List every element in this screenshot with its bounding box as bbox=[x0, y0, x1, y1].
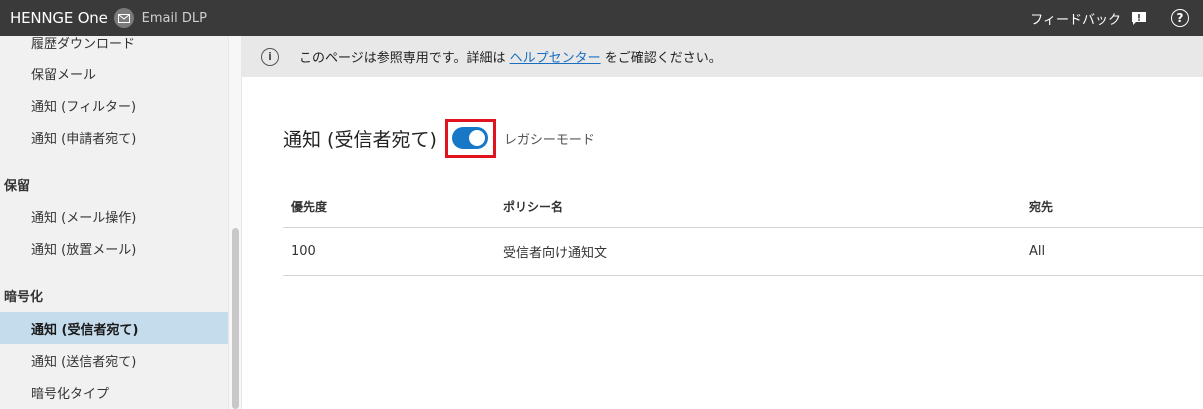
sidebar-section-encrypt: 暗号化 bbox=[4, 290, 44, 305]
help-icon[interactable]: ? bbox=[1171, 9, 1189, 27]
cell-destination: All bbox=[1021, 227, 1203, 276]
toggle-knob bbox=[469, 130, 486, 146]
legacy-mode-label: レガシーモード bbox=[503, 132, 595, 148]
brand[interactable]: HENNGE One Email DLP bbox=[10, 8, 207, 28]
sidebar-item-encryption-type[interactable]: 暗号化タイプ bbox=[0, 376, 228, 408]
mail-icon bbox=[113, 8, 134, 28]
sidebar-item-notify-filter[interactable]: 通知 (フィルター) bbox=[0, 89, 228, 121]
sidebar-scroll-thumb[interactable] bbox=[232, 228, 239, 409]
sidebar-scrollbar[interactable] bbox=[228, 36, 242, 409]
cell-priority: 100 bbox=[283, 227, 495, 276]
sidebar-item-notify-sender[interactable]: 通知 (送信者宛て) bbox=[0, 344, 228, 376]
page-title: 通知 (受信者宛て) bbox=[283, 128, 437, 151]
column-header-priority: 優先度 bbox=[283, 187, 495, 228]
feedback-icon bbox=[1132, 11, 1146, 25]
sidebar-section-hold: 保留 bbox=[4, 179, 31, 194]
sidebar-item-history-download[interactable]: 履歴ダウンロード bbox=[0, 36, 228, 58]
sidebar-item-notify-abandoned[interactable]: 通知 (放置メール) bbox=[0, 232, 228, 264]
sidebar-item-notify-mail-operation[interactable]: 通知 (メール操作) bbox=[0, 200, 228, 232]
column-header-policy-name: ポリシー名 bbox=[495, 187, 1021, 228]
policy-table: 優先度 ポリシー名 宛先 100 受信者向け通知文 All bbox=[283, 187, 1203, 276]
cell-policy-name: 受信者向け通知文 bbox=[495, 227, 1021, 276]
info-icon: i bbox=[261, 47, 279, 66]
column-header-destination: 宛先 bbox=[1021, 187, 1203, 228]
feedback-button[interactable]: フィードバック bbox=[1030, 9, 1147, 28]
notice-text: このページは参照専用です。詳細は ヘルプセンター をご確認ください。 bbox=[299, 51, 722, 66]
legacy-mode-toggle[interactable] bbox=[452, 127, 489, 149]
feedback-label: フィードバック bbox=[1030, 12, 1121, 28]
readonly-notice: i このページは参照専用です。詳細は ヘルプセンター をご確認ください。 bbox=[242, 36, 1203, 77]
table-row[interactable]: 100 受信者向け通知文 All bbox=[283, 227, 1203, 276]
main-content: i このページは参照専用です。詳細は ヘルプセンター をご確認ください。 通知 … bbox=[242, 36, 1203, 409]
logo: HENNGE One bbox=[10, 9, 108, 27]
highlight-box bbox=[444, 118, 496, 158]
sidebar-item-notify-applicant[interactable]: 通知 (申請者宛て) bbox=[0, 121, 228, 153]
sidebar-item-held-mail[interactable]: 保留メール bbox=[0, 57, 228, 89]
product-name: Email DLP bbox=[141, 10, 207, 26]
sidebar-item-notify-recipient[interactable]: 通知 (受信者宛て) bbox=[0, 312, 228, 344]
sidebar: 履歴ダウンロード 保留メール 通知 (フィルター) 通知 (申請者宛て) 保留 … bbox=[0, 36, 228, 409]
help-center-link[interactable]: ヘルプセンター bbox=[510, 51, 601, 66]
top-bar: HENNGE One Email DLP フィードバック ? bbox=[0, 0, 1203, 36]
